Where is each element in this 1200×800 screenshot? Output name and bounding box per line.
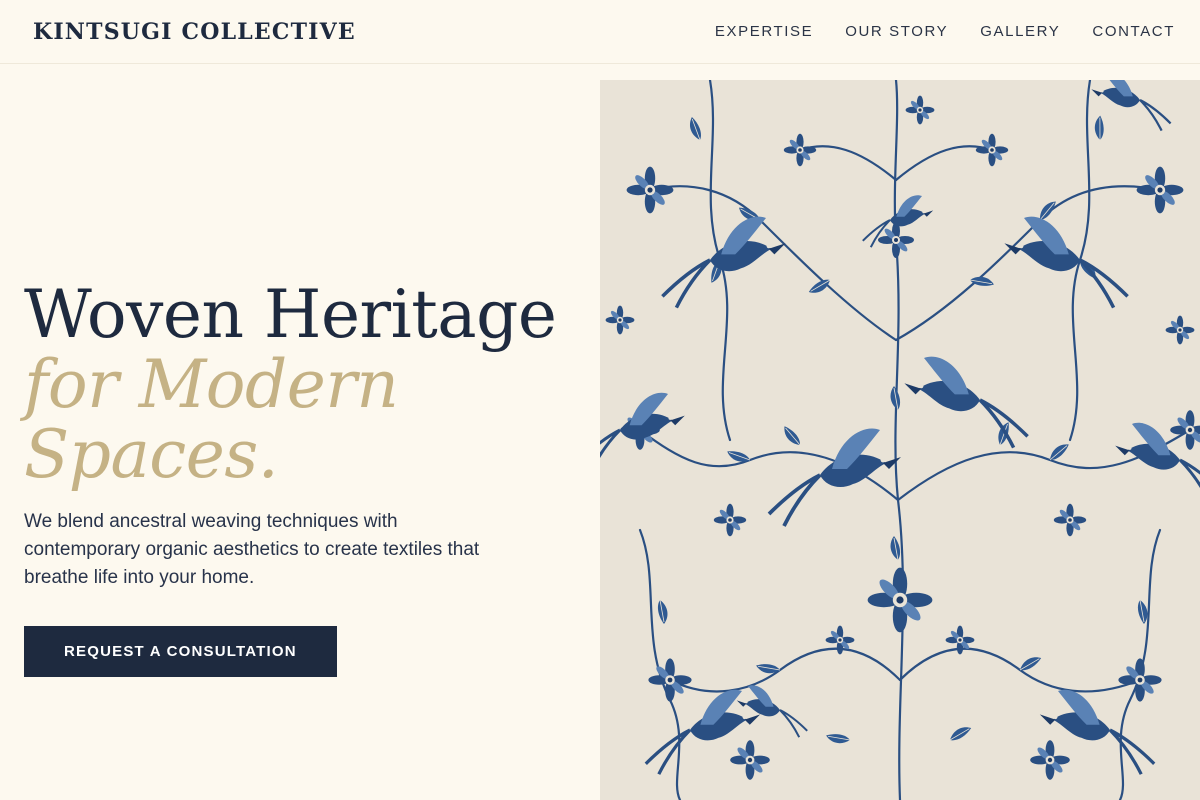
- site-header: KINTSUGI COLLECTIVE EXPERTISE OUR STORY …: [0, 0, 1200, 64]
- hero-textile-image: [600, 80, 1200, 800]
- hero-heading-line-2: for Modern: [24, 346, 399, 423]
- request-consultation-button[interactable]: REQUEST A CONSULTATION: [24, 626, 337, 677]
- hero-content: Woven Heritage for Modern Spaces. We ble…: [24, 280, 584, 677]
- main-nav: EXPERTISE OUR STORY GALLERY CONTACT: [715, 23, 1175, 40]
- floral-textile-pattern-icon: [600, 80, 1200, 800]
- brand-logo[interactable]: KINTSUGI COLLECTIVE: [33, 19, 356, 45]
- nav-expertise[interactable]: EXPERTISE: [715, 23, 813, 40]
- nav-contact[interactable]: CONTACT: [1092, 23, 1175, 40]
- hero-heading: Woven Heritage for Modern Spaces.: [24, 280, 584, 490]
- hero-description: We blend ancestral weaving techniques wi…: [24, 511, 480, 588]
- hero-heading-line-1: Woven Heritage: [24, 276, 557, 353]
- hero-heading-line-3: Spaces.: [24, 416, 279, 493]
- nav-gallery[interactable]: GALLERY: [980, 23, 1060, 40]
- nav-our-story[interactable]: OUR STORY: [845, 23, 948, 40]
